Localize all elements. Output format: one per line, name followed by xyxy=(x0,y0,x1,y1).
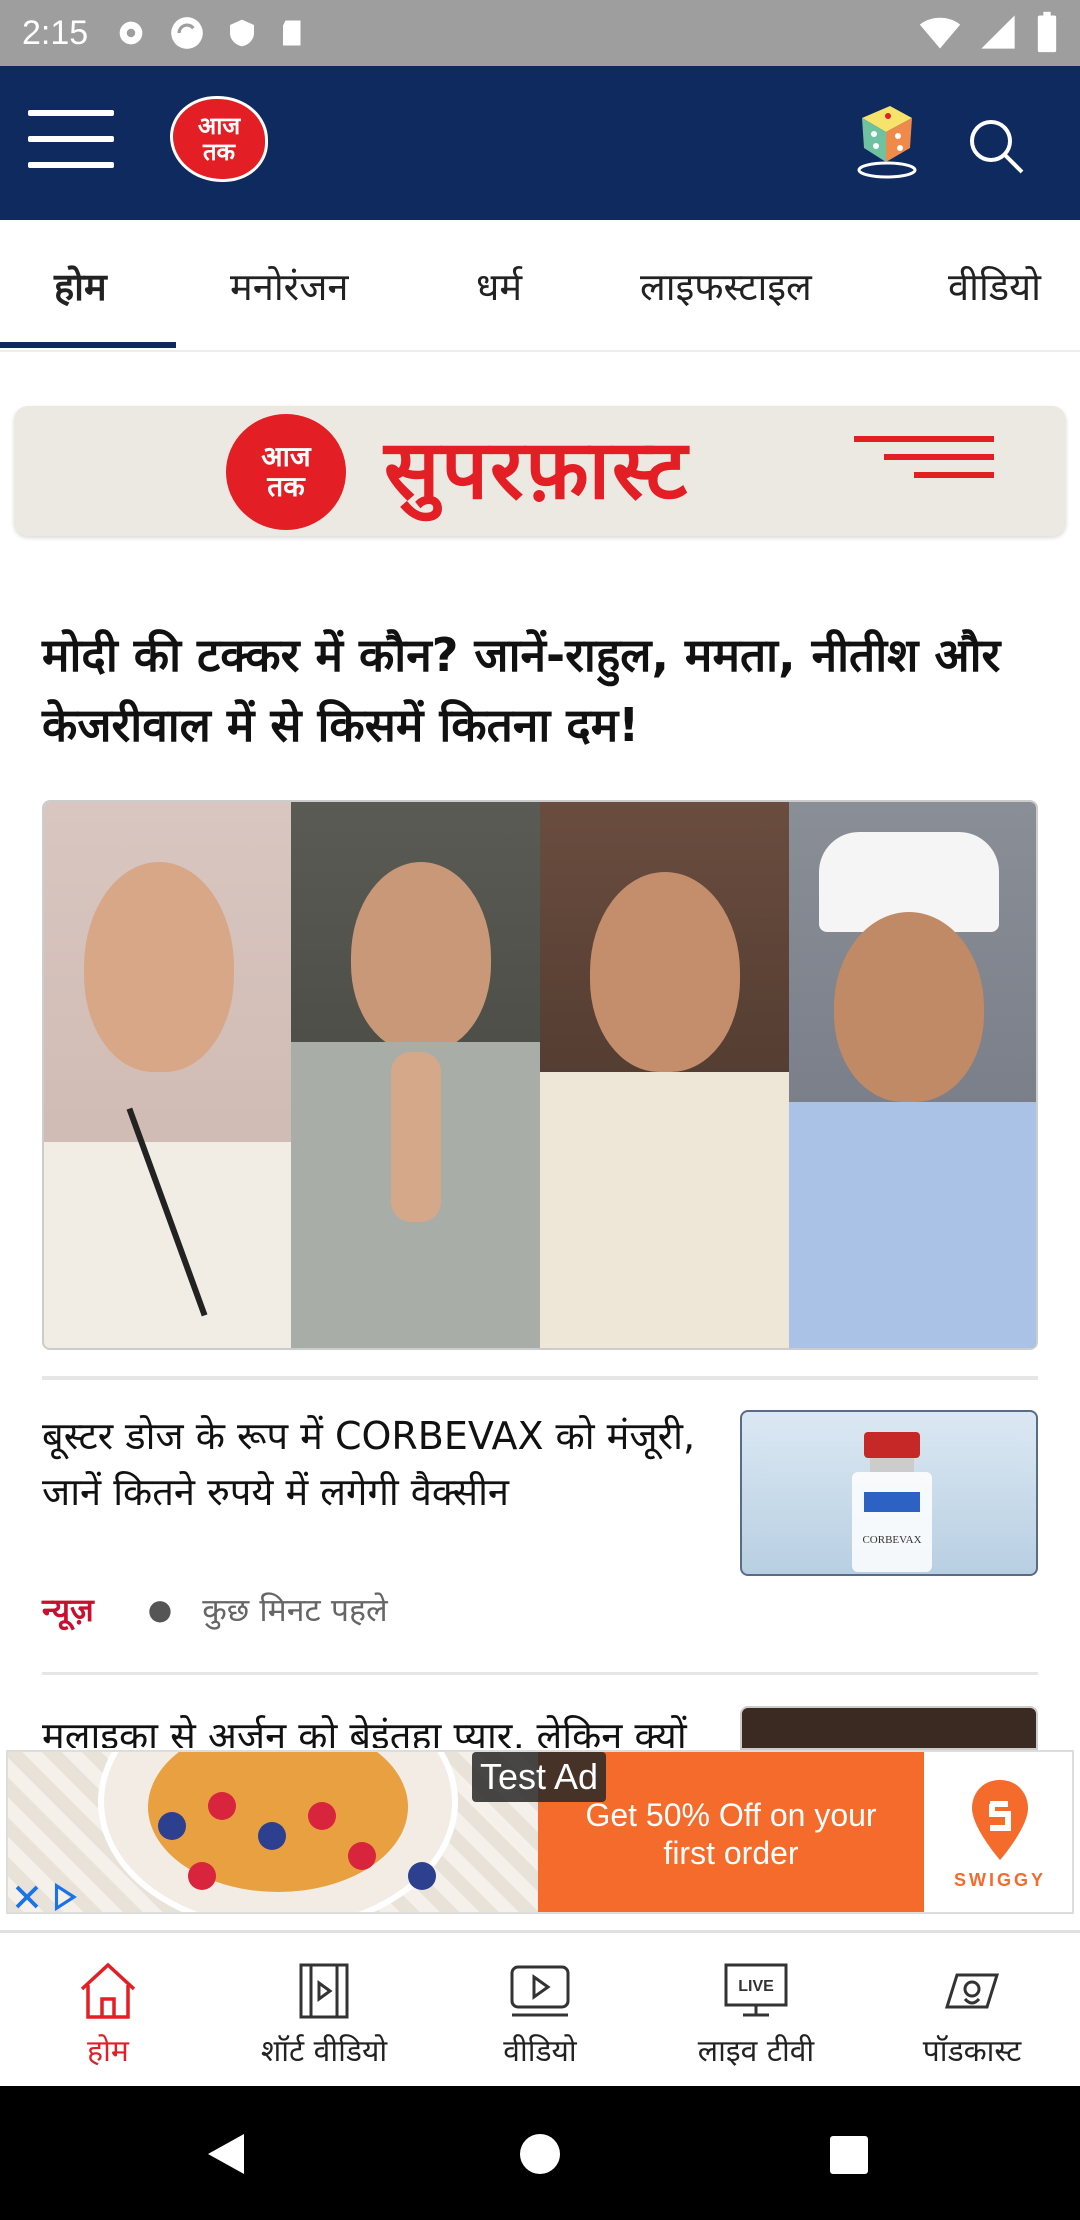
menu-icon[interactable] xyxy=(28,110,114,176)
story-meta: न्यूज़ ● कुछ मिनट पहले xyxy=(42,1588,388,1631)
hero-panel-2 xyxy=(291,802,541,1348)
live-badge: LIVE xyxy=(738,1978,774,1995)
sd-card-icon xyxy=(283,20,301,46)
ad-food-image xyxy=(8,1752,538,1912)
app-header: आज तक xyxy=(0,66,1080,220)
status-time: 2:15 xyxy=(22,13,89,52)
short-video-icon xyxy=(299,1963,349,2019)
ad-brand-name: SWIGGY xyxy=(953,1869,1046,1890)
ad-brand[interactable]: SWIGGY xyxy=(924,1752,1072,1912)
signal-icon xyxy=(981,15,1015,49)
status-bar: 2:15 xyxy=(0,0,1080,66)
speed-lines-icon xyxy=(854,436,994,486)
status-right-icons xyxy=(918,10,1060,54)
active-tab-indicator xyxy=(0,342,176,348)
back-icon[interactable] xyxy=(204,2130,248,2178)
system-navigation-bar xyxy=(0,2086,1080,2220)
story-divider xyxy=(42,1672,1038,1675)
hero-panel-4 xyxy=(789,802,1036,1348)
wifi-icon xyxy=(919,17,961,49)
tab-religion[interactable]: धर्म xyxy=(476,260,522,312)
tab-home[interactable]: होम xyxy=(54,260,107,312)
tab-entertainment[interactable]: मनोरंजन xyxy=(230,260,348,312)
battery-icon xyxy=(1037,11,1057,53)
nav-podcast-label: पॉडकास्ट xyxy=(922,2034,1022,2069)
story-thumbnail[interactable]: CORBEVAX xyxy=(740,1410,1038,1576)
vial-label: CORBEVAX xyxy=(862,1534,922,1546)
superfast-logo: आज तक xyxy=(226,414,346,530)
recents-icon[interactable] xyxy=(828,2134,870,2176)
search-icon[interactable] xyxy=(966,116,1026,176)
nav-home-label: होम xyxy=(87,2034,129,2069)
podcast-icon xyxy=(944,1973,1000,2009)
nav-video[interactable]: वीडियो xyxy=(432,1961,648,2070)
ad-close-icon[interactable] xyxy=(12,1882,42,1912)
nav-podcast[interactable]: पॉडकास्ट xyxy=(864,1961,1080,2070)
story-title[interactable]: मलाइका से अर्जुन को बेइंतहा प्यार, लेकिन… xyxy=(42,1708,702,1748)
nav-home[interactable]: होम xyxy=(0,1961,216,2070)
category-tabs: होम मनोरंजन धर्म लाइफस्टाइल वीडियो xyxy=(0,220,1080,352)
story-divider xyxy=(42,1376,1038,1380)
story-time: कुछ मिनट पहले xyxy=(202,1591,388,1629)
superfast-banner[interactable]: आज तक सुपरफ़ास्ट xyxy=(14,406,1066,536)
story-thumbnail[interactable] xyxy=(740,1706,1038,1750)
tab-lifestyle[interactable]: लाइफस्टाइल xyxy=(640,260,812,312)
aaj-tak-logo[interactable]: आज तक xyxy=(170,96,268,182)
home-icon xyxy=(80,1962,136,2019)
sf-logo-line2: तक xyxy=(267,470,305,503)
ad-controls xyxy=(12,1882,84,1912)
shield-icon xyxy=(230,19,255,47)
hero-panel-3 xyxy=(540,802,790,1348)
nav-live-tv-label: लाइव टीवी xyxy=(697,2034,815,2069)
dice-icon[interactable] xyxy=(852,100,922,180)
bottom-navigation: होम शॉर्ट वीडियो वीडियो LIVE लाइव टीवी प… xyxy=(0,1930,1080,2086)
settings-icon xyxy=(119,21,143,45)
video-play-icon xyxy=(510,1965,570,2017)
logo-line1: आज xyxy=(197,112,241,140)
meta-separator: ● xyxy=(147,1593,173,1626)
top-headline[interactable]: मोदी की टक्कर में कौन? जानें-राहुल, ममता… xyxy=(42,620,1032,760)
test-ad-label: Test Ad xyxy=(472,1752,607,1802)
home-button-icon[interactable] xyxy=(518,2132,562,2176)
sync-icon xyxy=(171,17,204,49)
hero-panel-1 xyxy=(44,802,292,1348)
nav-short-video[interactable]: शॉर्ट वीडियो xyxy=(216,1961,432,2070)
tab-video[interactable]: वीडियो xyxy=(948,260,1041,312)
logo-line2: तक xyxy=(202,138,236,166)
nav-live-tv[interactable]: LIVE लाइव टीवी xyxy=(648,1961,864,2070)
status-left-icons xyxy=(114,14,308,52)
adchoices-icon[interactable] xyxy=(48,1882,80,1912)
story-title[interactable]: बूस्टर डोज के रूप में CORBEVAX को मंजूरी… xyxy=(42,1408,702,1520)
superfast-title: सुपरफ़ास्ट xyxy=(384,423,690,518)
nav-video-label: वीडियो xyxy=(503,2034,577,2069)
story-category[interactable]: न्यूज़ xyxy=(42,1588,94,1631)
ad-offer-line2: first order xyxy=(663,1835,799,1871)
swiggy-logo-icon xyxy=(972,1779,1028,1860)
headline-image[interactable] xyxy=(42,800,1038,1350)
nav-short-video-label: शॉर्ट वीडियो xyxy=(260,2034,388,2069)
ad-banner[interactable]: Get 50% Off on your first order SWIGGY T… xyxy=(6,1750,1074,1914)
sf-logo-line1: आज xyxy=(261,440,311,473)
live-tv-icon: LIVE xyxy=(724,1963,788,2017)
